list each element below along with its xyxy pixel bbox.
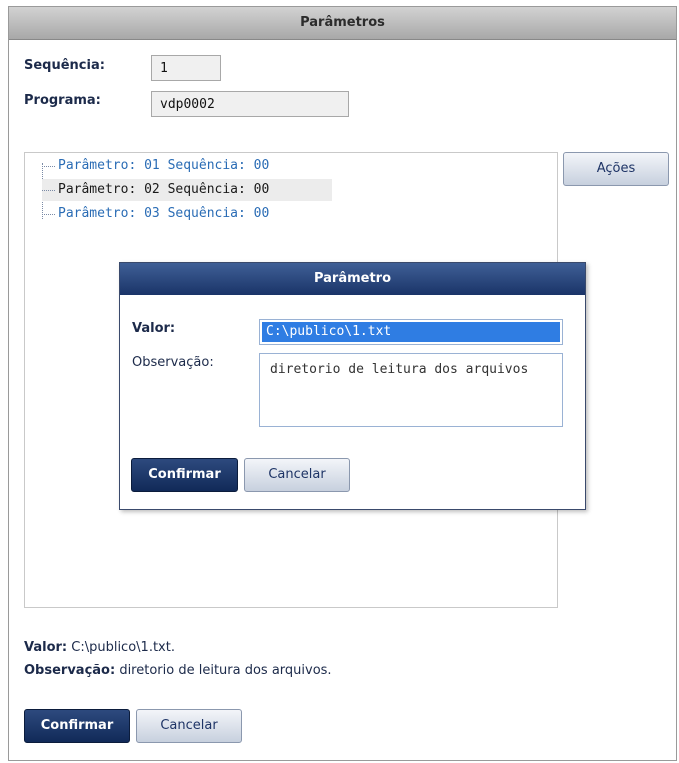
- summary-valor-value: C:\publico\1.txt.: [67, 640, 175, 655]
- summary-observacao: Observação: diretorio de leitura dos arq…: [24, 663, 332, 678]
- dialog-valor-text: C:\publico\1.txt: [262, 322, 560, 342]
- dialog-confirm-button[interactable]: Confirmar: [131, 458, 238, 492]
- confirm-button[interactable]: Confirmar: [24, 709, 130, 743]
- tree-item-parametro-02[interactable]: Parâmetro: 02 Sequência: 00: [42, 179, 332, 201]
- tree-item-parametro-03[interactable]: Parâmetro: 03 Sequência: 00: [42, 203, 332, 225]
- parametro-dialog: Parâmetro Valor: C:\publico\1.txt Observ…: [119, 262, 586, 510]
- summary-valor: Valor: C:\publico\1.txt.: [24, 640, 175, 655]
- dialog-title: Parâmetro: [120, 263, 585, 295]
- sequencia-label: Sequência:: [24, 58, 105, 73]
- dialog-observacao-label: Observação:: [132, 355, 214, 370]
- dialog-cancel-button[interactable]: Cancelar: [244, 458, 350, 492]
- tree-item-parametro-01[interactable]: Parâmetro: 01 Sequência: 00: [42, 155, 332, 177]
- programa-field[interactable]: vdp0002: [151, 91, 349, 117]
- dialog-valor-input[interactable]: C:\publico\1.txt: [259, 319, 563, 345]
- summary-valor-label: Valor:: [24, 640, 68, 655]
- sequencia-field[interactable]: 1: [151, 55, 221, 81]
- summary-observacao-label: Observação:: [24, 663, 116, 678]
- summary-observacao-value: diretorio de leitura dos arquivos.: [115, 663, 332, 678]
- cancel-button[interactable]: Cancelar: [136, 709, 242, 743]
- dialog-valor-label: Valor:: [132, 321, 176, 336]
- dialog-observacao-textarea[interactable]: diretorio de leitura dos arquivos: [259, 353, 563, 427]
- window-title: Parâmetros: [9, 7, 676, 40]
- parametros-window: Parâmetros Sequência: 1 Programa: vdp000…: [8, 6, 677, 761]
- acoes-button[interactable]: Ações: [563, 152, 669, 186]
- programa-label: Programa:: [24, 93, 101, 108]
